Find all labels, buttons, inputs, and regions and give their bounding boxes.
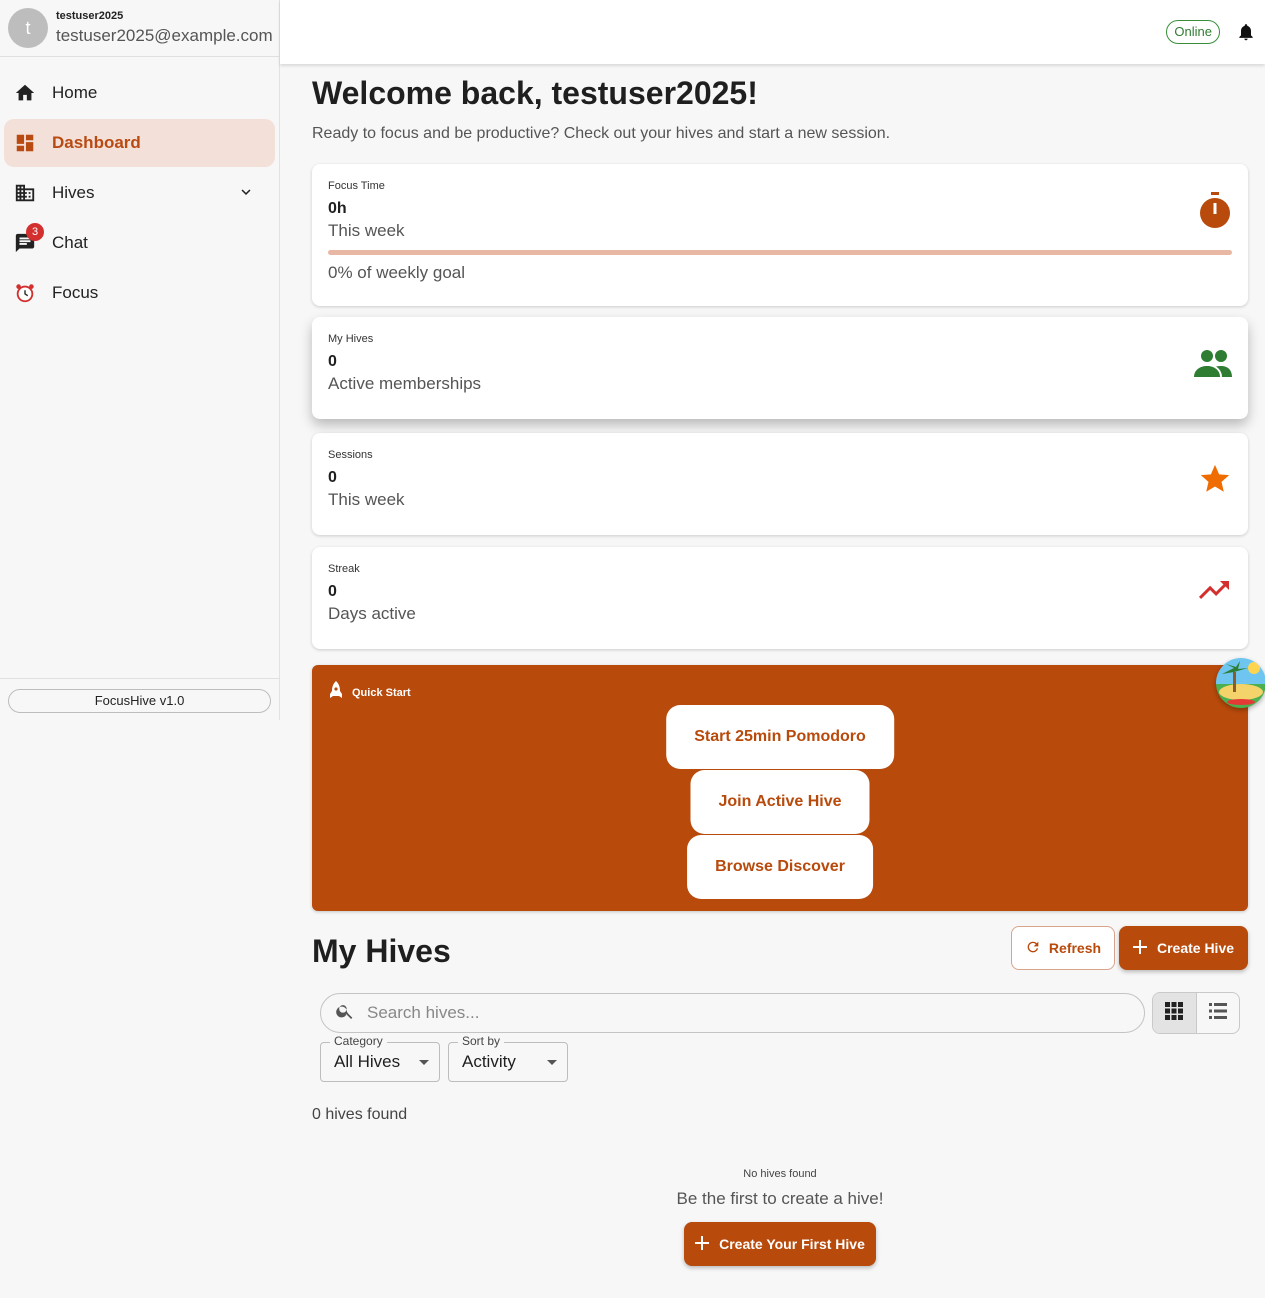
top-app-bar: Online	[280, 0, 1265, 64]
stat-subtext: This week	[328, 490, 405, 509]
sidebar-item-home[interactable]: Home	[4, 69, 275, 117]
stat-label: Sessions	[328, 449, 373, 461]
avatar[interactable]: t	[8, 8, 48, 48]
list-icon	[1208, 1002, 1227, 1024]
chat-badge: 3	[26, 223, 44, 241]
refresh-icon	[1025, 939, 1041, 958]
search-input[interactable]	[365, 1002, 1125, 1024]
user-profile[interactable]: t testuser2025 testuser2025@example.com	[0, 0, 279, 57]
stat-value: 0	[328, 583, 337, 600]
stat-subtext: This week	[328, 221, 405, 240]
sidebar-nav: Home Dashboard Hives 3 Chat Focus	[0, 57, 279, 317]
sidebar-item-label: Hives	[52, 183, 95, 202]
search-icon	[335, 1001, 355, 1026]
bell-icon[interactable]	[1236, 21, 1256, 48]
building-icon	[14, 182, 36, 204]
hive-count: 0 hives found	[312, 1106, 408, 1123]
quick-start-panel: Quick Start Start 25min Pomodoro Join Ac…	[312, 665, 1248, 911]
rocket-icon	[328, 681, 352, 704]
stat-value: 0	[328, 353, 337, 370]
join-active-hive-button[interactable]: Join Active Hive	[690, 770, 870, 834]
sidebar-item-label: Home	[52, 83, 98, 102]
trending-up-icon	[1196, 581, 1232, 610]
sidebar-item-label: Dashboard	[52, 133, 141, 152]
star-icon	[1198, 462, 1232, 501]
empty-state-title: No hives found	[743, 1168, 817, 1180]
list-view-button[interactable]	[1197, 993, 1240, 1033]
sidebar-item-label: Chat	[52, 233, 88, 252]
stat-value: 0h	[328, 200, 347, 217]
group-icon	[1194, 349, 1232, 382]
version-footer: FocusHive v1.0	[0, 678, 279, 723]
sidebar-item-label: Focus	[52, 283, 99, 302]
grid-icon	[1165, 1001, 1184, 1025]
alarm-clock-icon	[14, 282, 36, 304]
sidebar-item-dashboard[interactable]: Dashboard	[4, 119, 275, 167]
create-hive-button[interactable]: Create Hive	[1119, 926, 1248, 970]
dropdown-arrow-icon	[547, 1060, 557, 1065]
sort-value: Activity	[462, 1052, 516, 1071]
category-select[interactable]: Category All Hives	[320, 1034, 440, 1082]
user-name: testuser2025	[56, 10, 124, 22]
stat-label: My Hives	[328, 333, 374, 345]
page-subtitle: Ready to focus and be productive? Check …	[312, 125, 891, 142]
sort-label: Sort by	[458, 1034, 505, 1048]
status-badge: Online	[1166, 20, 1220, 44]
browse-discover-button[interactable]: Browse Discover	[687, 835, 873, 899]
view-toggle	[1152, 992, 1240, 1034]
start-pomodoro-button[interactable]: Start 25min Pomodoro	[666, 705, 894, 769]
search-bar[interactable]	[320, 993, 1145, 1033]
dashboard-icon	[14, 132, 36, 154]
category-label: Category	[330, 1034, 387, 1048]
user-email: testuser2025@example.com	[56, 26, 273, 45]
beach-island-icon[interactable]	[1216, 658, 1265, 708]
sidebar-item-hives[interactable]: Hives	[4, 169, 275, 217]
sort-select[interactable]: Sort by Activity	[448, 1034, 568, 1082]
sidebar-item-chat[interactable]: 3 Chat	[4, 219, 275, 267]
sidebar-item-focus[interactable]: Focus	[4, 269, 275, 317]
main-content: Welcome back, testuser2025! Ready to foc…	[312, 64, 1248, 1266]
empty-state-subtitle: Be the first to create a hive!	[676, 1189, 884, 1208]
timer-icon	[1198, 191, 1232, 234]
stat-value: 0	[328, 469, 337, 486]
stat-subtext: Days active	[328, 604, 416, 623]
stat-card-streak[interactable]: Streak 0 Days active	[312, 547, 1248, 649]
sidebar: t testuser2025 testuser2025@example.com …	[0, 0, 280, 720]
plus-icon	[695, 1235, 710, 1253]
stat-subtext: Active memberships	[328, 374, 482, 393]
weekly-goal-text: 0% of weekly goal	[328, 263, 466, 282]
dropdown-arrow-icon	[419, 1060, 429, 1065]
my-hives-heading: My Hives	[312, 933, 451, 969]
quick-start-title: Quick Start	[328, 681, 411, 704]
grid-view-button[interactable]	[1153, 993, 1197, 1033]
weekly-goal-progress	[328, 250, 1232, 255]
stat-label: Streak	[328, 563, 360, 575]
refresh-button[interactable]: Refresh	[1011, 926, 1115, 970]
version-chip: FocusHive v1.0	[8, 689, 271, 713]
stat-label: Focus Time	[328, 180, 385, 192]
plus-icon	[1132, 939, 1147, 957]
stat-card-sessions[interactable]: Sessions 0 This week	[312, 433, 1248, 535]
category-value: All Hives	[334, 1052, 401, 1071]
page-title: Welcome back, testuser2025!	[312, 75, 758, 111]
chevron-down-icon[interactable]	[237, 183, 255, 206]
home-icon	[14, 82, 36, 104]
stat-card-focus-time[interactable]: Focus Time 0h This week 0% of weekly goa…	[312, 164, 1248, 306]
create-first-hive-button[interactable]: Create Your First Hive	[684, 1222, 876, 1266]
stat-card-my-hives[interactable]: My Hives 0 Active memberships	[312, 317, 1248, 419]
